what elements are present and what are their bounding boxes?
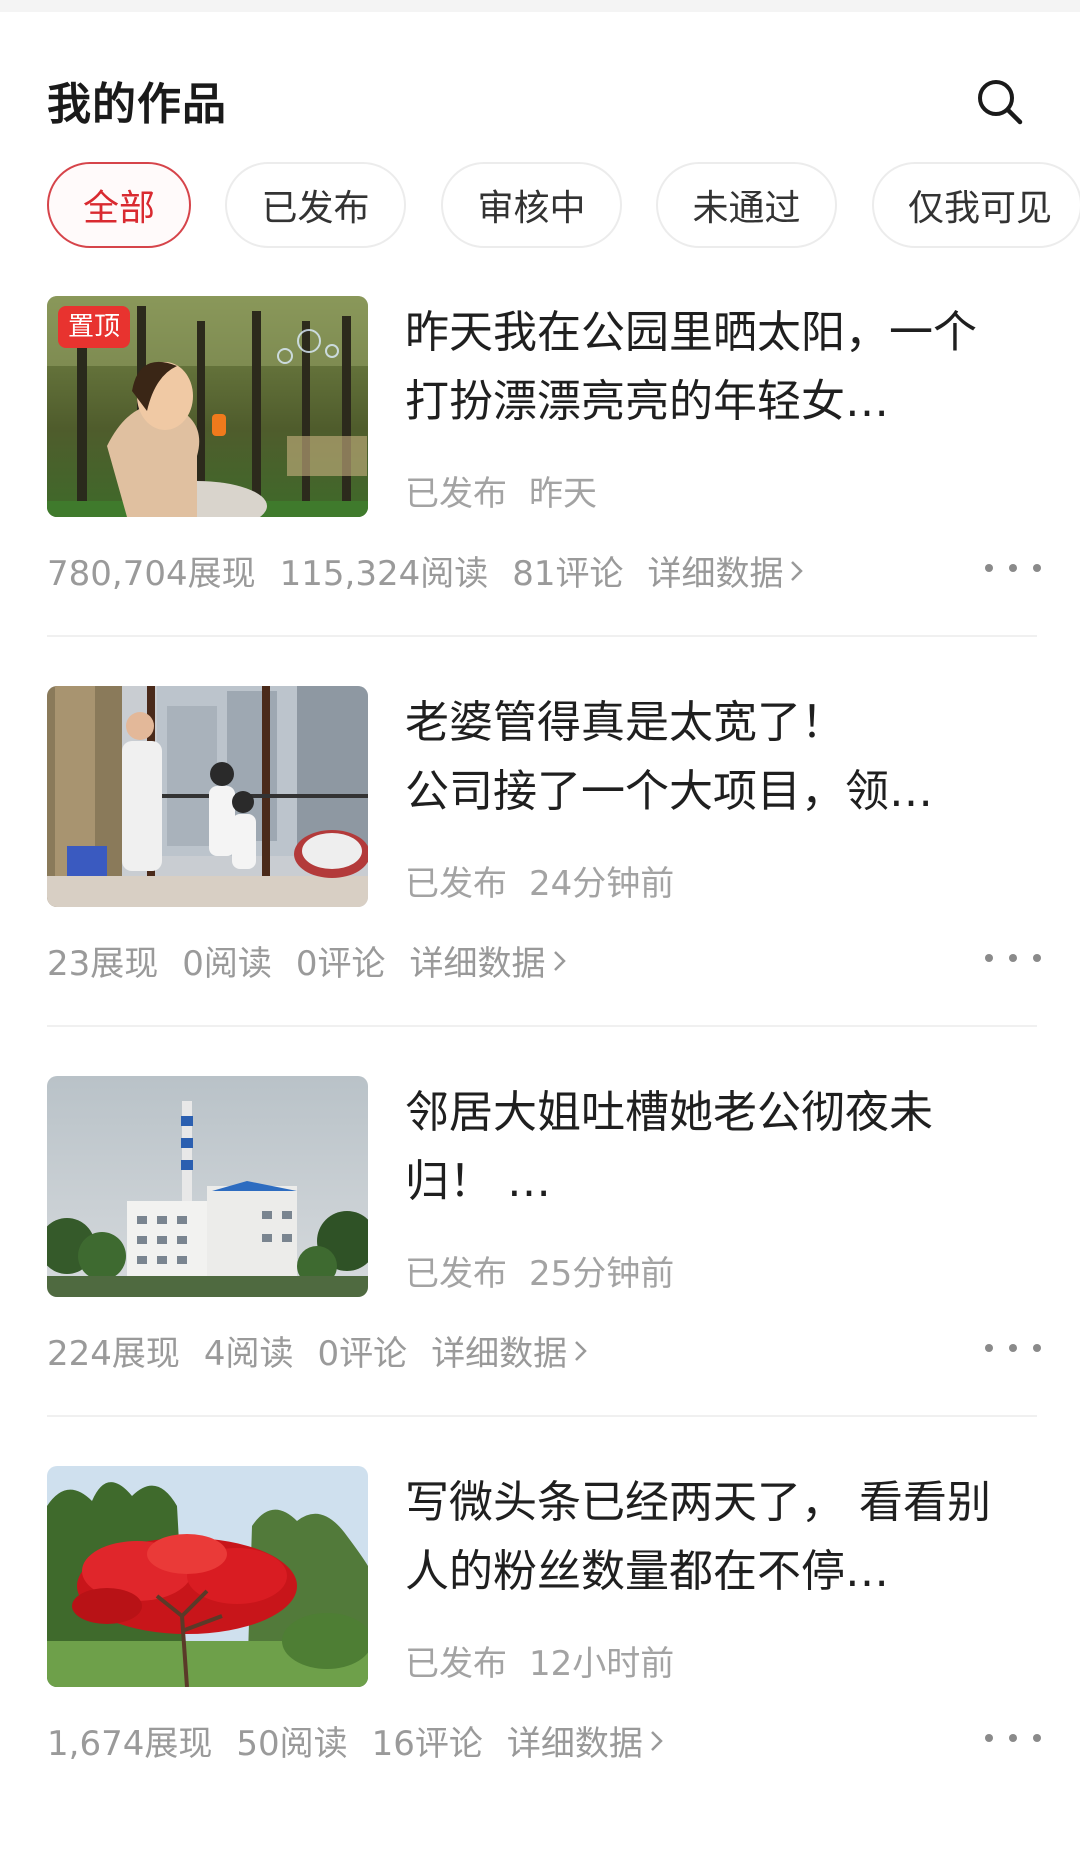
- article-item: 写微头条已经两天了， 看看别人的粉丝数量都在不停… 已发布 12小时前 1,674…: [0, 1466, 1080, 1854]
- article-stats: 23展现 0阅读 0评论 详细数据: [47, 936, 568, 985]
- more-dot-icon: [1033, 1734, 1041, 1742]
- publish-time: 12小时前: [529, 1644, 675, 1684]
- article-title[interactable]: 老婆管得真是太宽了！ 公司接了一个大项目，领…: [405, 688, 1005, 826]
- impressions-count: 780,704展现: [47, 554, 256, 594]
- more-options-button[interactable]: [985, 1716, 1041, 1760]
- chevron-right-icon: [552, 949, 568, 973]
- article-item: 邻居大姐吐槽她老公彻夜未归！ … 已发布 25分钟前 224展现 4阅读 0评论 …: [0, 1076, 1080, 1464]
- comments-count: 81评论: [512, 554, 624, 594]
- pinned-badge: 置顶: [58, 306, 131, 348]
- article-item: 置顶 昨天我在公园里晒太阳，一个打扮漂漂亮亮的年轻女… 已发布 昨天 780,70…: [0, 296, 1080, 684]
- impressions-count: 1,674展现: [47, 1724, 213, 1764]
- reads-count: 4阅读: [203, 1334, 294, 1374]
- more-dot-icon: [985, 1344, 993, 1352]
- article-meta: 已发布 12小时前: [405, 1636, 674, 1685]
- publish-time: 24分钟前: [529, 864, 675, 904]
- article-meta: 已发布 昨天: [405, 466, 597, 515]
- reads-count: 115,324阅读: [279, 554, 489, 594]
- more-dot-icon: [985, 954, 993, 962]
- publish-status: 已发布: [405, 474, 507, 514]
- publish-status: 已发布: [405, 1644, 507, 1684]
- chevron-right-icon: [573, 1339, 589, 1363]
- divider: [47, 1025, 1037, 1027]
- more-options-button[interactable]: [985, 546, 1041, 590]
- tab-rejected[interactable]: 未通过: [656, 162, 837, 248]
- publish-status: 已发布: [405, 864, 507, 904]
- comments-count: 0评论: [295, 944, 386, 984]
- search-icon: [978, 80, 1023, 125]
- article-stats: 1,674展现 50阅读 16评论 详细数据: [47, 1716, 665, 1765]
- more-dot-icon: [1033, 954, 1041, 962]
- detail-data-label: 详细数据: [431, 1334, 568, 1374]
- tab-reviewing[interactable]: 审核中: [441, 162, 622, 248]
- article-thumbnail[interactable]: [47, 686, 368, 907]
- detail-data-link[interactable]: 详细数据: [410, 936, 568, 985]
- search-button[interactable]: [968, 70, 1032, 134]
- article-thumbnail[interactable]: 置顶: [47, 296, 368, 517]
- article-stats: 224展现 4阅读 0评论 详细数据: [47, 1326, 589, 1375]
- article-title[interactable]: 邻居大姐吐槽她老公彻夜未归！ …: [405, 1078, 1005, 1216]
- article-meta: 已发布 25分钟前: [405, 1246, 674, 1295]
- more-dot-icon: [1033, 564, 1041, 572]
- factory-chimney-image: [47, 1076, 368, 1297]
- article-title[interactable]: 写微头条已经两天了， 看看别人的粉丝数量都在不停…: [405, 1468, 1005, 1606]
- comments-count: 16评论: [371, 1724, 483, 1764]
- family-on-balcony-image: [47, 686, 368, 907]
- impressions-count: 224展现: [47, 1334, 180, 1374]
- reads-count: 0阅读: [182, 944, 272, 984]
- more-dot-icon: [985, 1734, 993, 1742]
- filter-tabs: 全部 已发布 审核中 未通过 仅我可见: [0, 162, 1080, 250]
- article-thumbnail[interactable]: [47, 1466, 368, 1687]
- detail-data-label: 详细数据: [506, 1724, 643, 1764]
- more-dot-icon: [1009, 954, 1017, 962]
- tab-published[interactable]: 已发布: [225, 162, 406, 248]
- detail-data-label: 详细数据: [409, 944, 546, 984]
- reads-count: 50阅读: [236, 1724, 348, 1764]
- article-stats: 780,704展现 115,324阅读 81评论 详细数据: [47, 546, 805, 595]
- divider: [47, 635, 1037, 637]
- chevron-right-icon: [789, 559, 805, 583]
- more-dot-icon: [1033, 1344, 1041, 1352]
- article-meta: 已发布 24分钟前: [405, 856, 674, 905]
- article-title[interactable]: 昨天我在公园里晒太阳，一个打扮漂漂亮亮的年轻女…: [405, 298, 1005, 436]
- detail-data-link[interactable]: 详细数据: [431, 1326, 589, 1375]
- more-options-button[interactable]: [985, 936, 1041, 980]
- article-thumbnail[interactable]: [47, 1076, 368, 1297]
- more-options-button[interactable]: [985, 1326, 1041, 1370]
- red-maple-tree-image: [47, 1466, 368, 1687]
- impressions-count: 23展现: [47, 944, 159, 984]
- more-dot-icon: [1009, 1734, 1017, 1742]
- page-header: 我的作品: [0, 12, 1080, 160]
- publish-time: 25分钟前: [529, 1254, 675, 1294]
- tab-private[interactable]: 仅我可见: [872, 162, 1080, 248]
- chevron-right-icon: [649, 1729, 665, 1753]
- more-dot-icon: [1009, 564, 1017, 572]
- detail-data-link[interactable]: 详细数据: [507, 1716, 665, 1765]
- comments-count: 0评论: [317, 1334, 408, 1374]
- page-title: 我的作品: [47, 79, 227, 130]
- divider: [47, 1415, 1037, 1417]
- detail-data-label: 详细数据: [647, 554, 784, 594]
- detail-data-link[interactable]: 详细数据: [647, 546, 805, 595]
- status-strip: [0, 0, 1080, 12]
- tab-all[interactable]: 全部: [47, 162, 191, 248]
- publish-time: 昨天: [529, 474, 597, 514]
- more-dot-icon: [985, 564, 993, 572]
- more-dot-icon: [1009, 1344, 1017, 1352]
- publish-status: 已发布: [405, 1254, 507, 1294]
- article-item: 老婆管得真是太宽了！ 公司接了一个大项目，领… 已发布 24分钟前 23展现 0阅…: [0, 686, 1080, 1074]
